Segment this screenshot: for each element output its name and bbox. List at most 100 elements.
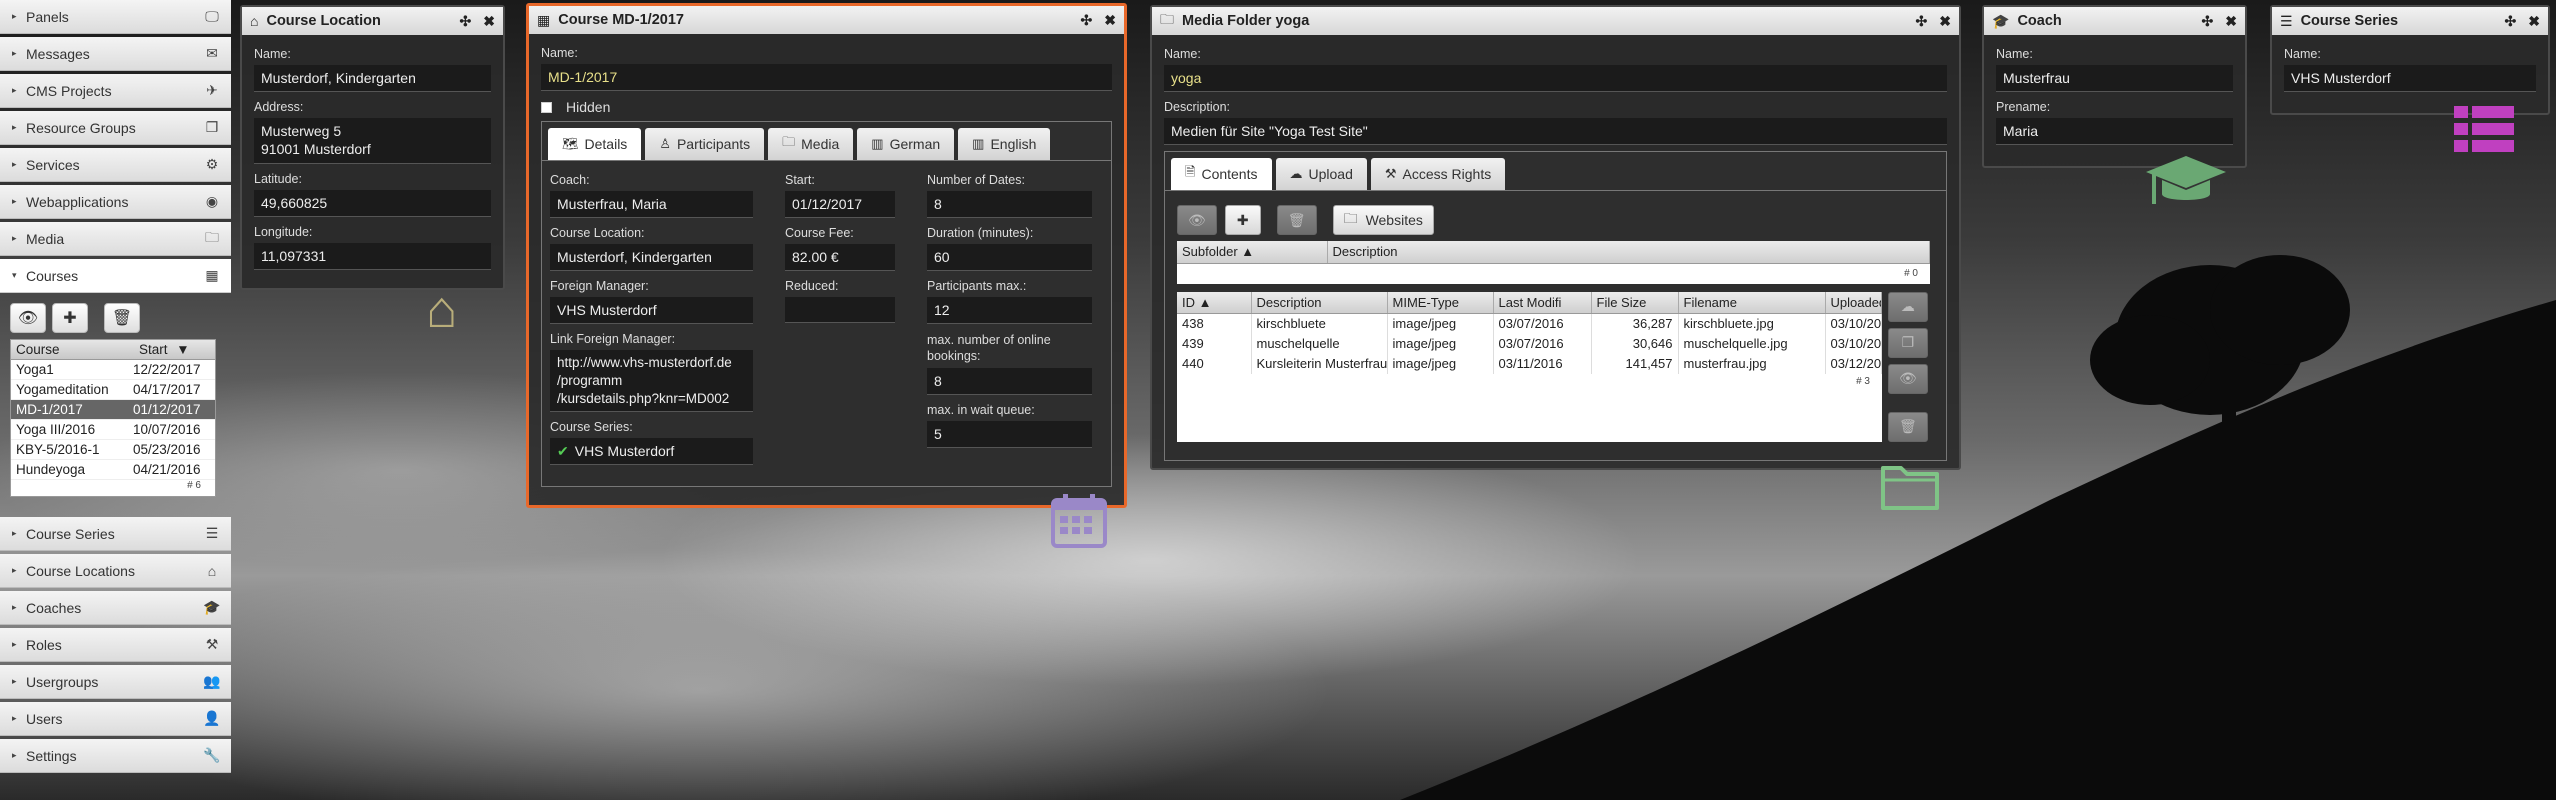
download-button[interactable]: ☁	[1888, 291, 1928, 322]
delete-file-button[interactable]: 🗑	[1888, 411, 1928, 442]
column-mime-type[interactable]: MIME-Type	[1387, 291, 1494, 314]
tab-upload[interactable]: ☁ Upload	[1275, 158, 1367, 190]
window-titlebar[interactable]: 🗀 Media Folder yoga ✣ ✖	[1152, 7, 1959, 35]
home-desktop-icon[interactable]: ⌂	[426, 280, 457, 340]
window-titlebar[interactable]: 🎓 Coach ✣ ✖	[1984, 7, 2245, 35]
tab-participants[interactable]: ♙ Participants	[645, 128, 765, 160]
delete-folder-button[interactable]: 🗑	[1276, 205, 1317, 235]
number-of-dates-field[interactable]: 8	[927, 191, 1092, 218]
sidebar-item-services[interactable]: ▸ Services ⚙	[0, 148, 231, 182]
table-row[interactable]: Yoga1 12/22/2017	[11, 360, 215, 380]
foreign-manager-link-field[interactable]: http://www.vhs-musterdorf.de /programm /…	[550, 350, 753, 412]
tab-german[interactable]: ▥ German	[857, 128, 955, 160]
window-titlebar[interactable]: ▦ Course MD-1/2017 ✣ ✖	[529, 6, 1124, 34]
tab-english[interactable]: ▥ English	[958, 128, 1051, 160]
column-subfolder[interactable]: Subfolder ▲	[1177, 241, 1328, 264]
duration-field[interactable]: 60	[927, 244, 1092, 271]
sidebar-item-course-locations[interactable]: ▸ Course Locations ⌂	[0, 554, 231, 588]
course-series-field[interactable]: ✔ VHS Musterdorf	[550, 438, 753, 465]
course-fee-field[interactable]: 82.00 €	[785, 244, 895, 271]
sidebar-item-coaches[interactable]: ▸ Coaches 🎓	[0, 591, 231, 625]
column-course[interactable]: Course	[11, 342, 129, 357]
close-icon[interactable]: ✖	[1104, 12, 1116, 29]
course-location-field[interactable]: Musterdorf, Kindergarten	[550, 244, 753, 271]
location-address-field[interactable]: Musterweg 5 91001 Musterdorf	[254, 118, 491, 164]
pin-icon[interactable]: ✣	[2202, 13, 2214, 30]
table-row[interactable]: 439 muschelquelle image/jpeg 03/07/2016 30,6…	[1177, 333, 1882, 354]
sidebar-item-course-series[interactable]: ▸ Course Series ☰	[0, 517, 231, 551]
tab-contents[interactable]: 🗎 Contents	[1171, 158, 1272, 190]
wait-queue-field[interactable]: 5	[927, 421, 1092, 448]
tab-access-rights[interactable]: ⚒ Access Rights	[1370, 158, 1506, 190]
column-description[interactable]: Description	[1327, 241, 1930, 264]
media-name-field[interactable]: yoga	[1164, 65, 1947, 92]
column-filename[interactable]: Filename	[1678, 291, 1826, 314]
foreign-manager-field[interactable]: VHS Musterdorf	[550, 297, 753, 324]
close-icon[interactable]: ✖	[1939, 13, 1951, 30]
sidebar-item-media[interactable]: ▸ Media 🗀	[0, 222, 231, 256]
table-row-selected[interactable]: MD-1/2017 01/12/2017	[11, 400, 215, 420]
window-titlebar[interactable]: ☰ Course Series ✣ ✖	[2272, 7, 2548, 35]
view-button[interactable]: 👁	[1177, 205, 1217, 235]
column-file-size[interactable]: File Size	[1591, 291, 1679, 314]
location-name-field[interactable]: Musterdorf, Kindergarten	[254, 65, 491, 92]
view-button[interactable]: 👁	[10, 303, 46, 333]
list-desktop-icon[interactable]	[2452, 104, 2516, 167]
table-row[interactable]: Hundeyoga 04/21/2016	[11, 460, 215, 480]
latitude-field[interactable]: 49,660825	[254, 190, 491, 217]
sidebar-item-messages[interactable]: ▸ Messages ✉	[0, 37, 231, 71]
table-row[interactable]: KBY-5/2016-1 05/23/2016	[11, 440, 215, 460]
copy-button[interactable]: ❐	[1888, 327, 1928, 358]
cogs-icon: ⚙	[205, 156, 219, 172]
view-file-button[interactable]: 👁	[1888, 363, 1928, 394]
participants-max-field[interactable]: 12	[927, 297, 1092, 324]
delete-button[interactable]: 🗑	[104, 303, 140, 333]
sidebar-item-usergroups[interactable]: ▸ Usergroups 👥	[0, 665, 231, 699]
coach-field[interactable]: Musterfrau, Maria	[550, 191, 753, 218]
media-description-field[interactable]: Medien für Site "Yoga Test Site"	[1164, 118, 1947, 145]
folder-desktop-icon[interactable]	[1880, 460, 1940, 525]
sidebar-item-cms-projects[interactable]: ▸ CMS Projects ✈	[0, 74, 231, 108]
course-name-field[interactable]: MD-1/2017	[541, 64, 1112, 91]
reduced-fee-field[interactable]	[785, 297, 895, 323]
longitude-field[interactable]: 11,097331	[254, 243, 491, 270]
calendar-desktop-icon[interactable]	[1050, 492, 1108, 563]
coach-name-field[interactable]: Musterfrau	[1996, 65, 2233, 92]
table-row[interactable]: Yogameditation 04/17/2017	[11, 380, 215, 400]
pin-icon[interactable]: ✣	[1916, 13, 1928, 30]
close-icon[interactable]: ✖	[2225, 13, 2237, 30]
pin-icon[interactable]: ✣	[1081, 12, 1093, 29]
sidebar-item-users[interactable]: ▸ Users 👤	[0, 702, 231, 736]
close-icon[interactable]: ✖	[2528, 13, 2540, 30]
online-bookings-field[interactable]: 8	[927, 368, 1092, 395]
sidebar-item-panels[interactable]: ▸ Panels 🖵	[0, 0, 231, 34]
close-icon[interactable]: ✖	[483, 13, 495, 30]
column-uploaded[interactable]: Uploaded	[1825, 291, 1882, 314]
sidebar-item-courses[interactable]: ▾ Courses ▦	[0, 259, 231, 293]
hidden-checkbox[interactable]	[541, 101, 552, 113]
coach-prename-field[interactable]: Maria	[1996, 118, 2233, 145]
sidebar-item-settings[interactable]: ▸ Settings 🔧	[0, 739, 231, 773]
start-date-field[interactable]: 01/12/2017	[785, 191, 895, 218]
column-last-modified[interactable]: Last Modifi	[1493, 291, 1592, 314]
sidebar-item-roles[interactable]: ▸ Roles ⚒	[0, 628, 231, 662]
window-titlebar[interactable]: ⌂ Course Location ✣ ✖	[242, 7, 503, 35]
table-row[interactable]: Yoga III/2016 10/07/2016	[11, 420, 215, 440]
tab-media[interactable]: 🗀 Media	[768, 128, 854, 160]
add-button[interactable]: ✚	[52, 303, 88, 333]
sidebar-item-webapplications[interactable]: ▸ Webapplications ◉	[0, 185, 231, 219]
graduation-cap-desktop-icon[interactable]	[2144, 152, 2228, 225]
pin-icon[interactable]: ✣	[2505, 13, 2517, 30]
pin-icon[interactable]: ✣	[460, 13, 472, 30]
sidebar-item-resource-groups[interactable]: ▸ Resource Groups ❐	[0, 111, 231, 145]
add-folder-button[interactable]: ✚	[1224, 205, 1261, 235]
websites-button[interactable]: 🗀 Websites	[1332, 205, 1434, 235]
series-name-field[interactable]: VHS Musterdorf	[2284, 65, 2536, 92]
graduation-cap-icon: 🎓	[203, 599, 221, 615]
column-description[interactable]: Description	[1251, 291, 1388, 314]
tab-details[interactable]: 🗺 Details	[548, 128, 642, 160]
table-row[interactable]: 440 Kursleiterin Musterfrau image/jpeg 03/1…	[1177, 353, 1882, 374]
column-id[interactable]: ID ▲	[1177, 291, 1252, 314]
table-row[interactable]: 438 kirschbluete image/jpeg 03/07/2016 36,28…	[1177, 313, 1882, 334]
column-start[interactable]: Start ▼	[129, 342, 215, 357]
